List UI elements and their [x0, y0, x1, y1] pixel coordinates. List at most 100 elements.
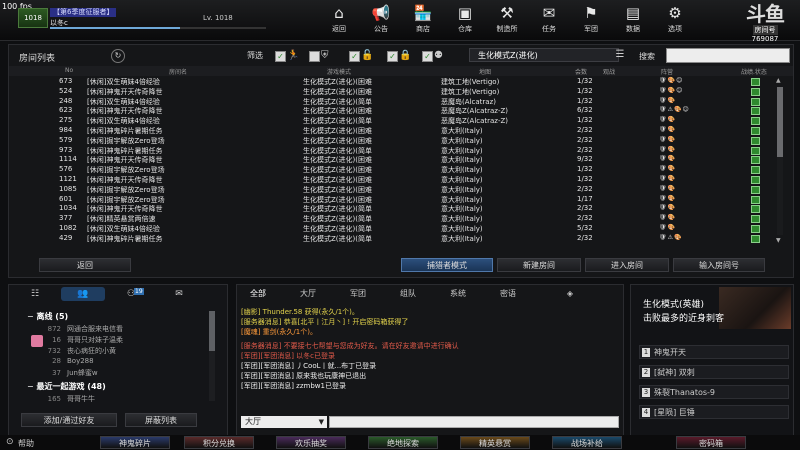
room-row[interactable]: 973 [休闲]神鬼碎片暑期任务 生化模式Z(进化)(简单 意大利(Italy) 2/3… — [9, 146, 769, 155]
room-row[interactable]: 377 [休闲]精英悬赏两倍速 生化模式Z(进化)(简单 意大利(Italy) 2/32… — [9, 214, 769, 224]
add-friend-button[interactable]: 添加/通过好友 — [21, 413, 117, 427]
room-row[interactable]: 1114 [休闲]神鬼开天传奇降世 生化模式Z(进化)(困难 意大利(Italy) 9/… — [9, 155, 769, 165]
filter-checkbox-solo[interactable]: ✓ — [275, 51, 286, 62]
friend-item[interactable]: 37 Jun蜂蜜w — [39, 368, 199, 378]
room-row[interactable]: 1085 [休闲]掘宇解放Zero登场 生化模式Z(进化)(困难 意大利(Italy)… — [9, 185, 769, 194]
nav-button-5[interactable]: ✉ 任务 — [532, 4, 566, 34]
nav-button-4[interactable]: ⚒ 制造所 — [490, 4, 524, 34]
chat-tab-legion[interactable]: 军团 — [341, 288, 375, 300]
nav-button-0[interactable]: ⌂ 返回 — [322, 4, 356, 34]
col-count[interactable]: 会数 — [575, 67, 587, 76]
filter-checkbox-public[interactable]: ✓ — [349, 51, 360, 62]
col-camp[interactable]: 阵营 — [661, 67, 673, 76]
room-mode: 生化模式Z(进化)(简单 — [303, 97, 372, 106]
hunter-mode-button[interactable]: 捕猎者模式 — [401, 258, 493, 272]
friend-item[interactable]: 165 哥哥牛牛 — [39, 394, 199, 404]
col-map[interactable]: 地图 — [479, 67, 491, 76]
col-name[interactable]: 房间名 — [169, 67, 187, 76]
friends-scrollbar[interactable] — [209, 311, 215, 401]
chat-settings-icon[interactable]: ◈ — [553, 288, 587, 300]
mode-select[interactable]: 生化模式Z(进化) — [469, 48, 619, 62]
chat-tab-all[interactable]: 全部 — [241, 288, 275, 300]
bottom-button-0[interactable]: 神鬼碎片 — [100, 436, 170, 449]
reward-index: 2 — [642, 368, 650, 377]
mode-list-icon[interactable]: ☰ — [613, 48, 627, 62]
enter-room-number-button[interactable]: 输入房间号 — [673, 258, 765, 272]
nav-button-1[interactable]: 📢 公告 — [364, 4, 398, 34]
bottom-button-2[interactable]: 欢乐抽奖 — [276, 436, 346, 449]
room-row[interactable]: 275 [休闲]双生萌妹4倍经验 生化模式Z(进化)(简单 恶魔岛Z(Alcatraz… — [9, 116, 769, 126]
friends-scroll-thumb[interactable] — [209, 311, 215, 351]
bottom-button-3[interactable]: 绝地探索 — [368, 436, 438, 449]
room-row[interactable]: 579 [休闲]掘宇解放Zero登场 生化模式Z(进化)(困难 意大利(Italy) 2… — [9, 136, 769, 145]
col-mode[interactable]: 游戏模式 — [327, 67, 351, 76]
room-row[interactable]: 576 [休闲]掘宇解放Zero登场 生化模式Z(进化)(困难 意大利(Italy) 1… — [9, 165, 769, 175]
col-spectate[interactable]: 观战 — [603, 67, 615, 76]
room-row[interactable]: 601 [休闲]掘宇解放Zero登场 生化模式Z(进化)(困难 意大利(Italy) 1… — [9, 195, 769, 204]
nav-button-6[interactable]: ⚑ 军团 — [574, 4, 608, 34]
friend-item[interactable]: 872 网通合服来电信看 — [39, 324, 199, 334]
reward-index: 3 — [642, 388, 650, 397]
tab-message-icon[interactable]: ✉ — [157, 287, 201, 301]
chat-tab-system[interactable]: 系统 — [441, 288, 475, 300]
player-profile[interactable]: 1018 【第6季度征服者】 以冬c Lv. 1018 — [18, 8, 266, 29]
col-no[interactable]: No — [65, 67, 73, 74]
chat-tab-lobby[interactable]: 大厅 — [291, 288, 325, 300]
filter-checkbox-full[interactable]: ✓ — [422, 51, 433, 62]
block-list-button[interactable]: 屏蔽列表 — [125, 413, 197, 427]
friend-item[interactable]: 28 Boy288 — [39, 357, 199, 365]
friend-item[interactable]: 16 哥哥只对妹子温柔 — [39, 335, 199, 345]
nav-button-2[interactable]: 🏪 商店 — [406, 4, 440, 34]
room-row[interactable]: 1034 [休闲]神鬼开天传奇降世 生化模式Z(进化)(简单 意大利(Italy) 2/… — [9, 204, 769, 214]
group-offline[interactable]: − 离线 (5) — [27, 311, 68, 322]
col-status[interactable]: 战绩.状态 — [741, 67, 767, 76]
nav-label: 仓库 — [458, 25, 472, 33]
room-list-title: 房间列表 — [19, 54, 56, 64]
room-row[interactable]: 673 [休闲]双生萌妹4倍经验 生化模式Z(进化)(困难 建筑工地(Vertigo)… — [9, 77, 769, 86]
chat-tab-team[interactable]: 组队 — [391, 288, 425, 300]
filter-checkbox-locked[interactable]: ✓ — [387, 51, 398, 62]
room-mode: 生化模式Z(进化)(困难 — [303, 156, 372, 165]
room-row[interactable]: 1082 [休闲]双生萌妹4倍经验 生化模式Z(进化)(简单 意大利(Italy) 5/… — [9, 224, 769, 233]
room-camp-icons: 🛡🎨 — [659, 116, 677, 124]
filter-checkbox-hidden[interactable]: ✓ — [309, 51, 320, 62]
bottom-button-4[interactable]: 精英悬赏 — [460, 436, 530, 449]
refresh-icon[interactable]: ↻ — [111, 49, 125, 63]
room-name: [休闲]双生萌妹4倍经验 — [87, 117, 160, 126]
create-room-button[interactable]: 新建房间 — [497, 258, 581, 272]
nav-button-8[interactable]: ⚙ 选项 — [658, 4, 692, 34]
group-recent[interactable]: − 最近一起游戏 (48) — [27, 381, 106, 392]
room-map: 意大利(Italy) — [441, 234, 483, 243]
help-label[interactable]: 帮助 — [18, 438, 34, 449]
room-row[interactable]: 429 [休闲]神鬼碎片暑期任务 生化模式Z(进化)(简单 意大利(Italy) 2/3… — [9, 234, 769, 243]
mission-panel[interactable]: 生化模式(英雄) 击败最多的近身刺客 1 神鬼开天 2 [弑神] 双刺 3 殊裂Thana… — [630, 284, 794, 436]
tab-friends-icon[interactable]: 👥 — [61, 287, 105, 301]
friend-item[interactable]: 732 丧心病狂的小黄 — [39, 346, 199, 356]
bottom-button-5[interactable]: 战场补给 — [552, 436, 622, 449]
tab-list-icon[interactable]: ☷ — [13, 287, 57, 301]
chat-line: [军团][军团消息] 原来我也玩康神已退出 — [241, 372, 367, 380]
room-row[interactable]: 1121 [休闲]神鬼开天传奇降世 生化模式Z(进化)(困难 意大利(Italy) 1/… — [9, 175, 769, 184]
room-row[interactable]: 984 [休闲]神鬼碎片暑期任务 生化模式Z(进化)(困难 意大利(Italy) 2/3… — [9, 126, 769, 135]
scroll-up-icon[interactable]: ▲ — [776, 77, 781, 84]
room-list-scrollbar[interactable]: ▲ ▼ — [776, 77, 784, 245]
search-input[interactable] — [666, 48, 790, 63]
help-icon[interactable]: ⊙ — [6, 437, 14, 447]
room-row[interactable]: 623 [休闲]神鬼开天传奇降世 生化模式Z(进化)(困难 恶魔岛Z(Alcatraz… — [9, 106, 769, 116]
enter-room-button[interactable]: 进入房间 — [585, 258, 669, 272]
bottom-button-6[interactable]: 密码箱 — [676, 436, 746, 449]
scroll-thumb[interactable] — [777, 87, 783, 157]
nav-button-7[interactable]: ▤ 数据 — [616, 4, 650, 34]
room-row[interactable]: 524 [休闲]神鬼开天传奇降世 生化模式Z(进化)(困难 建筑工地(Vertigo)… — [9, 87, 769, 96]
back-button[interactable]: 返回 — [39, 258, 131, 272]
bottom-button-1[interactable]: 积分兑换 — [184, 436, 254, 449]
scroll-down-icon[interactable]: ▼ — [776, 237, 781, 244]
room-name: [休闲]神鬼碎片暑期任务 — [87, 127, 163, 135]
nav-button-3[interactable]: ▣ 仓库 — [448, 4, 482, 34]
chat-channel-select[interactable]: 大厅 ▼ — [241, 416, 327, 428]
chat-input[interactable] — [329, 416, 619, 428]
room-row[interactable]: 248 [休闲]双生萌妹4倍经验 生化模式Z(进化)(简单 恶魔岛(Alcatraz)… — [9, 97, 769, 106]
friend-level: 872 — [47, 325, 61, 333]
chat-tab-whisper[interactable]: 密语 — [491, 288, 525, 300]
tab-group-icon[interactable]: ⚇ 19 — [109, 287, 153, 301]
